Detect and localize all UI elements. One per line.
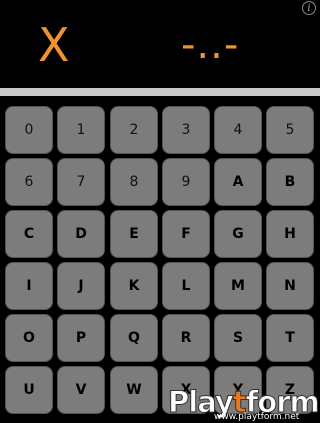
key-9[interactable]: 9 <box>162 158 210 206</box>
key-s[interactable]: S <box>214 314 262 362</box>
key-5[interactable]: 5 <box>266 106 314 154</box>
key-a[interactable]: A <box>214 158 262 206</box>
watermark-url: www.playtform.net <box>214 412 300 422</box>
key-e[interactable]: E <box>110 210 158 258</box>
key-k[interactable]: K <box>110 262 158 310</box>
key-j[interactable]: J <box>57 262 105 310</box>
key-r[interactable]: R <box>162 314 210 362</box>
key-7[interactable]: 7 <box>57 158 105 206</box>
key-t[interactable]: T <box>266 314 314 362</box>
key-m[interactable]: M <box>214 262 262 310</box>
key-8[interactable]: 8 <box>110 158 158 206</box>
key-0[interactable]: 0 <box>5 106 53 154</box>
key-1[interactable]: 1 <box>57 106 105 154</box>
app-screen: X -..- i 012345 6789AB CDEFGH IJKLMN OPQRST U… <box>0 0 320 423</box>
key-2[interactable]: 2 <box>110 106 158 154</box>
playtform-watermark: Playtform www.playtform.net <box>168 385 320 423</box>
morse-code-display: -..- <box>181 22 240 68</box>
key-p[interactable]: P <box>57 314 105 362</box>
keypad: 0123456789ABCDEFGHIJKLMNOPQRSTUVWXYZ <box>0 96 320 423</box>
key-6[interactable]: 6 <box>5 158 53 206</box>
key-h[interactable]: H <box>266 210 314 258</box>
key-f[interactable]: F <box>162 210 210 258</box>
character-display: X <box>38 18 70 72</box>
key-i[interactable]: I <box>5 262 53 310</box>
key-v[interactable]: V <box>57 366 105 414</box>
key-d[interactable]: D <box>57 210 105 258</box>
key-b[interactable]: B <box>266 158 314 206</box>
key-o[interactable]: O <box>5 314 53 362</box>
key-n[interactable]: N <box>266 262 314 310</box>
key-w[interactable]: W <box>110 366 158 414</box>
key-q[interactable]: Q <box>110 314 158 362</box>
key-l[interactable]: L <box>162 262 210 310</box>
key-u[interactable]: U <box>5 366 53 414</box>
key-4[interactable]: 4 <box>214 106 262 154</box>
info-icon[interactable]: i <box>302 1 316 15</box>
divider <box>0 88 320 96</box>
key-3[interactable]: 3 <box>162 106 210 154</box>
key-c[interactable]: C <box>5 210 53 258</box>
display-area: X -..- i <box>0 0 320 88</box>
key-g[interactable]: G <box>214 210 262 258</box>
